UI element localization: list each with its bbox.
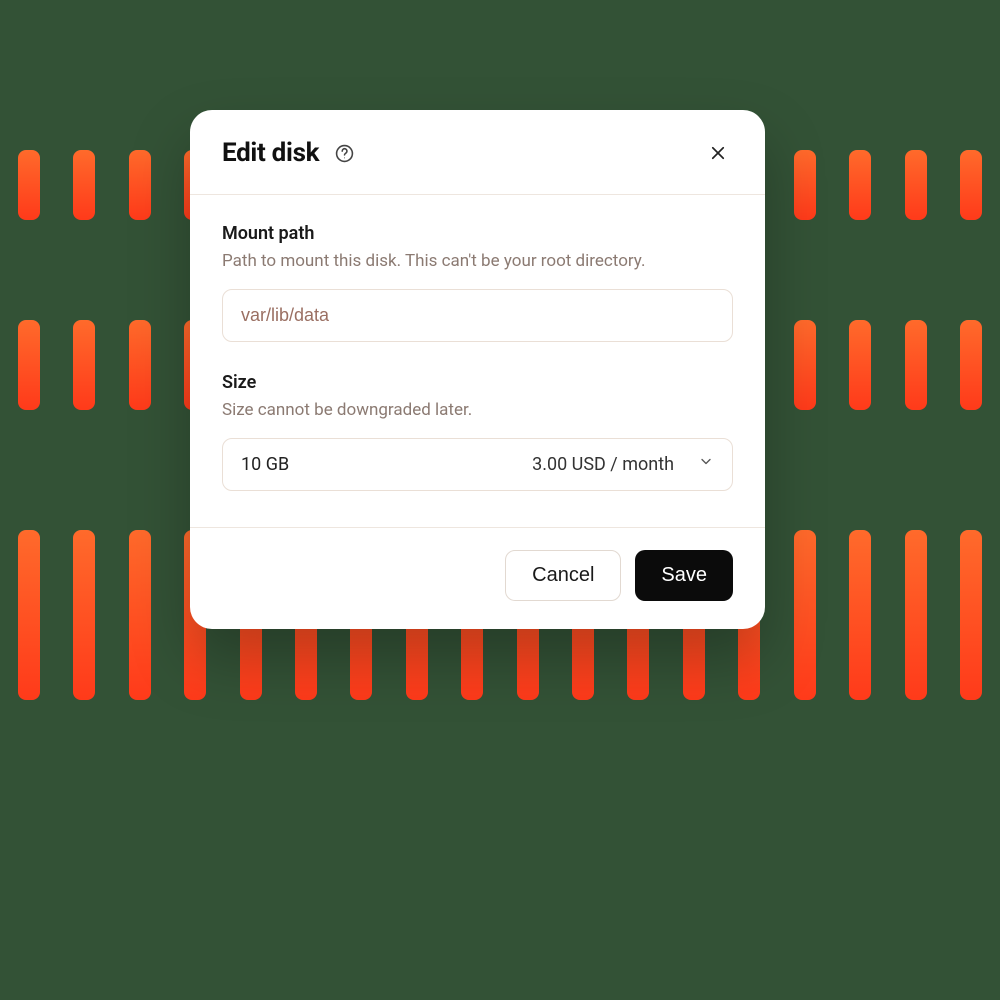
modal-title: Edit disk <box>222 138 319 168</box>
help-icon[interactable] <box>333 142 355 164</box>
modal-header: Edit disk <box>190 110 765 195</box>
modal-footer: Cancel Save <box>190 527 765 629</box>
size-label: Size <box>222 372 733 393</box>
mount-path-label: Mount path <box>222 223 733 244</box>
size-select[interactable]: 10 GB 3.00 USD / month <box>222 438 733 491</box>
save-button[interactable]: Save <box>635 550 733 601</box>
mount-path-hint: Path to mount this disk. This can't be y… <box>222 250 733 273</box>
chevron-down-icon <box>698 454 714 475</box>
edit-disk-modal: Edit disk Mount path Path to mount this … <box>190 110 765 629</box>
close-icon[interactable] <box>703 138 733 168</box>
cancel-button[interactable]: Cancel <box>505 550 621 601</box>
size-selected-value: 10 GB <box>241 454 289 475</box>
size-hint: Size cannot be downgraded later. <box>222 399 733 422</box>
size-selected-price: 3.00 USD / month <box>532 454 674 475</box>
modal-body: Mount path Path to mount this disk. This… <box>190 195 765 527</box>
mount-path-field: Mount path Path to mount this disk. This… <box>222 223 733 342</box>
size-field: Size Size cannot be downgraded later. 10… <box>222 372 733 491</box>
mount-path-input[interactable] <box>222 289 733 342</box>
